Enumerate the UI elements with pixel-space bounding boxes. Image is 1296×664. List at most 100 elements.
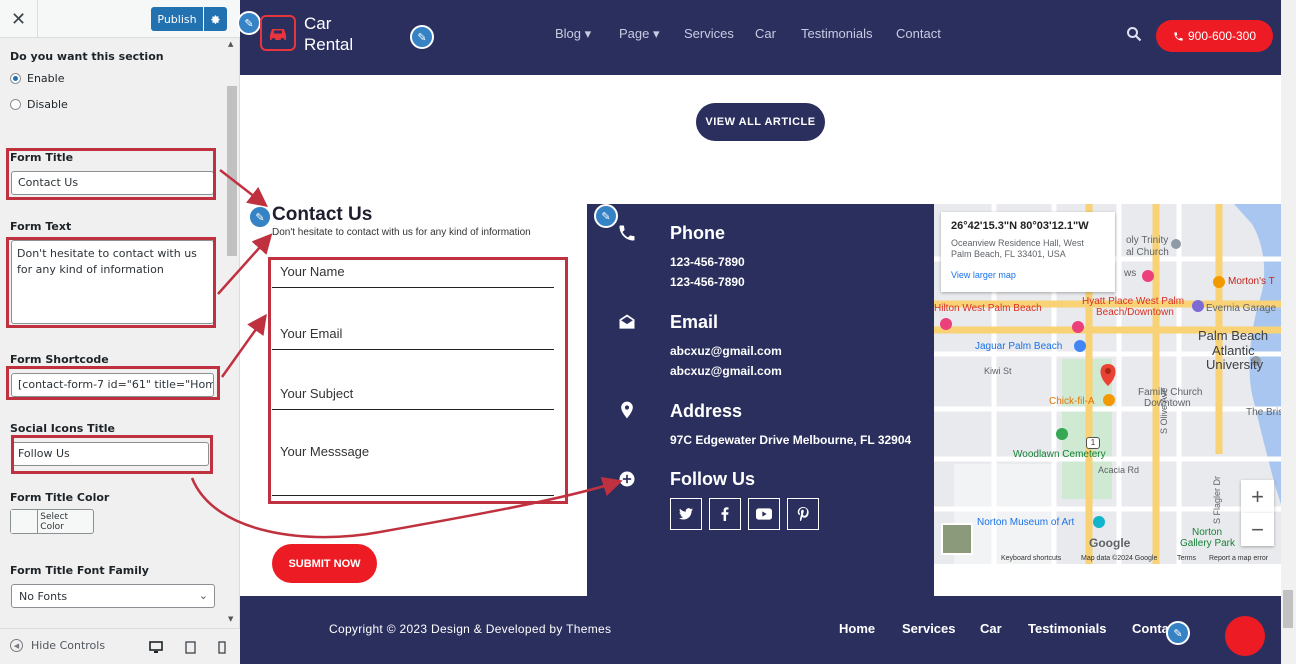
nav-item-page[interactable]: Page ▾ [619, 26, 660, 42]
keyboard-shortcuts-link[interactable]: Keyboard shortcuts [1001, 555, 1061, 562]
font-family-select[interactable]: No Fonts ⌄ [11, 584, 215, 608]
footer-link-contact[interactable]: Conta [1132, 621, 1169, 636]
preview-scrollbar[interactable] [1281, 0, 1296, 664]
select-color-button[interactable]: Select Color [10, 509, 94, 534]
footer-link-car[interactable]: Car [980, 621, 1002, 636]
scroll-up-arrow-icon[interactable]: ▲ [228, 40, 233, 48]
footer-link-services[interactable]: Services [902, 621, 956, 636]
map-label: Acacia Rd [1098, 465, 1140, 475]
map-label: Hilton West Palm Beach [934, 303, 1042, 314]
map-label: Atlantic [1212, 343, 1255, 358]
form-title-color-label: Form Title Color [10, 491, 110, 504]
map-label: Beach/Downtown [1096, 307, 1174, 318]
logo-line2: Rental [304, 35, 354, 54]
preview-scrollbar-thumb[interactable] [1283, 590, 1293, 628]
map-label: Norton Museum of Art [977, 517, 1075, 528]
edit-shortcut-pencil-icon[interactable]: ✎ [410, 25, 434, 49]
contact-title: Contact Us [272, 204, 373, 225]
hide-controls-label: Hide Controls [31, 639, 106, 652]
route-shield: 1 [1086, 437, 1100, 449]
highlight-box-social-title [11, 435, 213, 474]
map-label: Morton's T [1228, 276, 1275, 287]
radio-checked-icon[interactable] [10, 73, 21, 84]
publish-button[interactable]: Publish [151, 7, 203, 31]
enable-radio[interactable]: Enable [10, 72, 64, 85]
map-label: Jaguar Palm Beach [975, 341, 1063, 352]
submit-now-button[interactable]: SUBMIT NOW [272, 544, 377, 583]
footer-link-testimonials[interactable]: Testimonials [1028, 621, 1107, 636]
publish-settings-button[interactable] [204, 7, 227, 31]
edit-shortcut-pencil-icon[interactable]: ✎ [248, 205, 272, 229]
zoom-in-button[interactable]: + [1241, 480, 1274, 513]
map-label: Kiwi St [984, 366, 1012, 376]
twitter-link[interactable] [670, 498, 702, 530]
email-address-2[interactable]: abcxuz@gmail.com [670, 364, 782, 378]
section-toggle-label: Do you want this section [10, 50, 164, 63]
facebook-icon [721, 507, 729, 521]
tablet-preview-icon[interactable] [182, 639, 198, 655]
close-customizer-button[interactable]: ✕ [0, 0, 38, 38]
disable-radio[interactable]: Disable [10, 98, 68, 111]
edit-shortcut-pencil-icon[interactable]: ✎ [594, 204, 618, 228]
nav-item-contact[interactable]: Contact [896, 26, 941, 41]
search-icon[interactable] [1126, 26, 1142, 42]
form-text-label: Form Text [10, 220, 72, 233]
address-heading: Address [670, 401, 743, 421]
site-logo-text[interactable]: Car Rental [304, 13, 353, 55]
email-heading: Email [670, 312, 719, 332]
view-larger-map-link[interactable]: View larger map [951, 270, 1105, 280]
font-family-label: Form Title Font Family [10, 564, 149, 577]
highlight-box-form-title [6, 148, 216, 200]
map-label: Norton [1192, 527, 1223, 538]
car-logo-icon[interactable] [260, 15, 296, 51]
google-map[interactable]: 26°42'15.3"N 80°03'12.1"W Oceanview Resi… [934, 204, 1281, 564]
pinterest-link[interactable] [787, 498, 819, 530]
chevron-down-icon: ⌄ [198, 589, 208, 602]
map-data-credit: Map data ©2024 Google [1081, 555, 1158, 562]
scroll-to-top-button[interactable] [1225, 616, 1265, 656]
phone-icon [619, 225, 635, 241]
nav-item-testimonials[interactable]: Testimonials [801, 26, 873, 41]
edit-shortcut-pencil-icon[interactable]: ✎ [237, 11, 261, 35]
enable-radio-label: Enable [27, 72, 65, 85]
email-address-1[interactable]: abcxuz@gmail.com [670, 344, 782, 358]
radio-unchecked-icon[interactable] [10, 99, 21, 110]
footer-link-home[interactable]: Home [839, 621, 875, 636]
address-text: 97C Edgewater Drive Melbourne, FL 32904 [670, 433, 912, 447]
map-label: Family Church [1138, 387, 1203, 398]
hide-controls-button[interactable]: ◀ Hide Controls [10, 639, 105, 652]
logo-line1: Car [304, 14, 332, 33]
location-pin-icon [621, 401, 633, 419]
phone-number-1[interactable]: 123-456-7890 [670, 255, 745, 269]
form-shortcode-label: Form Shortcode [10, 353, 109, 366]
highlight-box-form-shortcode [6, 366, 220, 400]
facebook-link[interactable] [709, 498, 741, 530]
highlight-box-form-text [6, 237, 216, 328]
pinterest-icon [797, 507, 809, 521]
customizer-footer: ◀ Hide Controls [0, 628, 240, 664]
youtube-link[interactable] [748, 498, 780, 530]
map-label: S Flagler Dr [1212, 475, 1222, 524]
map-coordinates: 26°42'15.3"N 80°03'12.1"W [951, 220, 1089, 232]
map-label: ws [1124, 268, 1137, 279]
zoom-out-button[interactable]: − [1241, 513, 1274, 546]
sidebar-scrollbar[interactable] [227, 86, 237, 256]
site-footer: Copyright © 2023 Design & Developed by T… [240, 596, 1281, 664]
nav-item-car[interactable]: Car [755, 26, 776, 41]
terms-link[interactable]: Terms [1177, 555, 1196, 562]
nav-item-services[interactable]: Services [684, 26, 734, 41]
call-phone-button[interactable]: 900-600-300 [1156, 20, 1273, 52]
map-label: Hyatt Place West Palm [1082, 296, 1185, 307]
view-all-article-button[interactable]: VIEW ALL ARTICLE [696, 103, 825, 141]
envelope-icon [619, 314, 635, 329]
report-map-error-link[interactable]: Report a map error [1209, 555, 1268, 562]
mobile-preview-icon[interactable] [214, 639, 230, 655]
edit-shortcut-pencil-icon[interactable]: ✎ [1166, 621, 1190, 645]
scroll-down-arrow-icon[interactable]: ▼ [228, 615, 233, 623]
plus-circle-icon [619, 471, 635, 487]
nav-item-blog[interactable]: Blog ▾ [555, 26, 591, 42]
desktop-preview-icon[interactable] [148, 639, 164, 655]
map-label: Gallery Park [1180, 538, 1236, 549]
phone-number-2[interactable]: 123-456-7890 [670, 275, 745, 289]
customizer-sidebar: ✕ Publish ▲ ▼ Do you want this section E… [0, 0, 240, 664]
